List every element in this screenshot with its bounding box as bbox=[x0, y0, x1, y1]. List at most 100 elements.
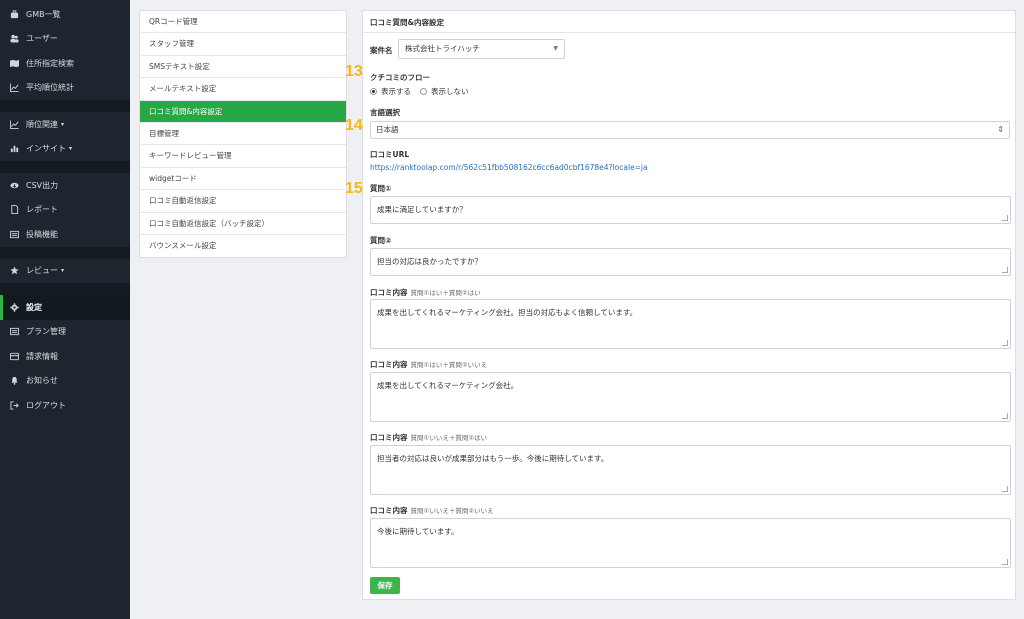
sidebar-item-label: GMB一覧 bbox=[26, 9, 61, 19]
submenu-item-auto-reply-batch[interactable]: 口コミ自動返信設定（バッチ設定） bbox=[140, 213, 346, 235]
caret-down-icon: ▾ bbox=[69, 145, 73, 153]
sidebar: GMB一覧 ユーザー 住所指定検索 平均順位統計 順位関連 ▾ インサイト ▾ … bbox=[0, 0, 130, 619]
line-chart-icon bbox=[9, 120, 20, 129]
flow-show-option[interactable]: 表示する bbox=[370, 86, 411, 97]
review-no-no-textarea[interactable]: 今後に期待しています。 bbox=[370, 518, 1011, 568]
review-text: 成果を出してくれるマーケティング会社。担当の対応もよく信頼しています。 bbox=[377, 308, 638, 317]
submenu-item-qr-code[interactable]: QRコード管理 bbox=[140, 11, 346, 34]
submenu-item-auto-reply[interactable]: 口コミ自動返信設定 bbox=[140, 190, 346, 213]
sidebar-item-label: 順位関連 bbox=[26, 119, 58, 129]
annotation-marker-13: 13 bbox=[345, 63, 363, 80]
credit-card-icon bbox=[9, 352, 20, 361]
sidebar-item-rank-related[interactable]: 順位関連 ▾ bbox=[0, 112, 130, 137]
map-icon bbox=[9, 59, 20, 68]
review-no-yes-textarea[interactable]: 担当者の対応は良いが成果部分はもう一歩。今後に期待しています。 bbox=[370, 445, 1011, 495]
review-label-text: 口コミ内容 bbox=[370, 506, 408, 515]
review-yes-no-textarea[interactable]: 成果を出してくれるマーケティング会社。 bbox=[370, 372, 1011, 422]
caret-down-icon: ▾ bbox=[61, 267, 65, 275]
sidebar-item-label: ログアウト bbox=[26, 400, 66, 410]
q2-textarea[interactable]: 担当の対応は良かったですか？ bbox=[370, 248, 1011, 276]
case-select[interactable]: 株式会社トライハッチ ▼ bbox=[398, 39, 565, 59]
users-icon bbox=[9, 34, 20, 43]
panel-divider bbox=[363, 32, 1015, 33]
list-icon bbox=[9, 230, 20, 239]
url-label: 口コミURL bbox=[370, 150, 410, 159]
review-label-text: 口コミ内容 bbox=[370, 360, 408, 369]
review-url-link[interactable]: https://ranktoolap.com/r/562c51fbb508162… bbox=[370, 163, 648, 172]
review-condition: 質問①いいえ＋質問②はい bbox=[410, 434, 488, 442]
sidebar-item-posting[interactable]: 投稿機能 bbox=[0, 222, 130, 247]
sidebar-item-users[interactable]: ユーザー bbox=[0, 27, 130, 52]
flow-label: クチコミのフロー bbox=[370, 73, 430, 82]
submenu-item-sms-text[interactable]: SMSテキスト設定 bbox=[140, 56, 346, 79]
bell-icon bbox=[9, 376, 20, 386]
case-select-value: 株式会社トライハッチ bbox=[405, 44, 480, 53]
review-yes-yes-textarea[interactable]: 成果を出してくれるマーケティング会社。担当の対応もよく信頼しています。 bbox=[370, 299, 1011, 349]
sidebar-item-settings[interactable]: 設定 bbox=[0, 295, 130, 320]
sidebar-item-notifications[interactable]: お知らせ bbox=[0, 369, 130, 394]
sidebar-item-label: ユーザー bbox=[26, 34, 58, 44]
review-no-yes-label: 口コミ内容 質問①いいえ＋質問②はい bbox=[370, 432, 487, 443]
sidebar-item-label: プラン管理 bbox=[26, 327, 66, 337]
sidebar-item-label: 設定 bbox=[26, 302, 42, 312]
list-icon bbox=[9, 327, 20, 336]
q1-text: 成果に満足していますか？ bbox=[377, 205, 467, 214]
sidebar-item-plan[interactable]: プラン管理 bbox=[0, 320, 130, 345]
review-condition: 質問①いいえ＋質問②いいえ bbox=[410, 507, 494, 515]
flow-show-label: 表示する bbox=[381, 87, 411, 96]
flow-radio-group: 表示する 表示しない bbox=[370, 86, 478, 97]
flow-hide-radio[interactable] bbox=[420, 88, 427, 95]
sidebar-separator bbox=[0, 283, 130, 295]
sidebar-item-report[interactable]: レポート bbox=[0, 198, 130, 223]
line-chart-icon bbox=[9, 83, 20, 93]
sidebar-item-label: インサイト bbox=[26, 144, 66, 154]
sidebar-item-logout[interactable]: ログアウト bbox=[0, 393, 130, 418]
star-icon bbox=[9, 266, 20, 275]
review-label-text: 口コミ内容 bbox=[370, 433, 408, 442]
chevron-down-icon: ▼ bbox=[553, 45, 558, 52]
submenu-item-bounce-mail[interactable]: バウンスメール設定 bbox=[140, 235, 346, 257]
sidebar-item-label: CSV出力 bbox=[26, 180, 59, 190]
sidebar-item-label: レビュー bbox=[26, 266, 58, 276]
sidebar-item-average-rank[interactable]: 平均順位統計 bbox=[0, 76, 130, 101]
sidebar-item-label: レポート bbox=[26, 205, 58, 215]
submenu-item-review-questions[interactable]: 口コミ質問&内容設定 bbox=[140, 100, 346, 123]
language-select[interactable]: 日本語 ⇕ bbox=[370, 121, 1010, 139]
review-text: 担当者の対応は良いが成果部分はもう一歩。今後に期待しています。 bbox=[377, 454, 609, 463]
updown-arrow-icon: ⇕ bbox=[997, 125, 1004, 134]
briefcase-icon bbox=[9, 10, 20, 19]
sidebar-item-address-search[interactable]: 住所指定検索 bbox=[0, 51, 130, 76]
review-condition: 質問①はい＋質問②はい bbox=[410, 289, 481, 297]
submenu-item-widget-code[interactable]: widgetコード bbox=[140, 168, 346, 191]
submenu-item-goals[interactable]: 目標管理 bbox=[140, 123, 346, 146]
logout-icon bbox=[9, 401, 20, 410]
q1-label: 質問① bbox=[370, 184, 392, 193]
gear-icon bbox=[9, 303, 20, 312]
flow-hide-label: 表示しない bbox=[431, 87, 469, 96]
language-select-value: 日本語 bbox=[376, 125, 399, 134]
submenu-item-mail-text[interactable]: メールテキスト設定 bbox=[140, 78, 346, 101]
sidebar-item-insight[interactable]: インサイト ▾ bbox=[0, 137, 130, 162]
review-condition: 質問①はい＋質問②いいえ bbox=[410, 361, 488, 369]
save-button[interactable]: 保存 bbox=[370, 577, 400, 594]
q2-label: 質問② bbox=[370, 236, 392, 245]
sidebar-item-review[interactable]: レビュー ▾ bbox=[0, 259, 130, 284]
sidebar-item-gmb-list[interactable]: GMB一覧 bbox=[0, 2, 130, 27]
sidebar-item-label: 投稿機能 bbox=[26, 229, 58, 239]
review-settings-panel: 口コミ質問&内容設定 案件名 株式会社トライハッチ ▼ クチコミのフロー 表示す… bbox=[362, 10, 1016, 600]
review-label-text: 口コミ内容 bbox=[370, 288, 408, 297]
submenu-item-staff[interactable]: スタッフ管理 bbox=[140, 33, 346, 56]
q1-textarea[interactable]: 成果に満足していますか？ bbox=[370, 196, 1011, 224]
annotation-marker-15: 15 bbox=[345, 180, 363, 197]
language-label: 言語選択 bbox=[370, 108, 400, 117]
bar-chart-icon bbox=[9, 144, 20, 153]
flow-show-radio[interactable] bbox=[370, 88, 377, 95]
settings-submenu: QRコード管理 スタッフ管理 SMSテキスト設定 メールテキスト設定 口コミ質問… bbox=[139, 10, 347, 259]
flow-hide-option[interactable]: 表示しない bbox=[420, 86, 469, 97]
sidebar-item-billing[interactable]: 請求情報 bbox=[0, 344, 130, 369]
document-icon bbox=[9, 205, 20, 215]
sidebar-item-csv-export[interactable]: CSV出力 bbox=[0, 173, 130, 198]
submenu-item-keyword-review[interactable]: キーワードレビュー管理 bbox=[140, 145, 346, 168]
sidebar-item-label: お知らせ bbox=[26, 376, 58, 386]
sidebar-separator bbox=[0, 161, 130, 173]
